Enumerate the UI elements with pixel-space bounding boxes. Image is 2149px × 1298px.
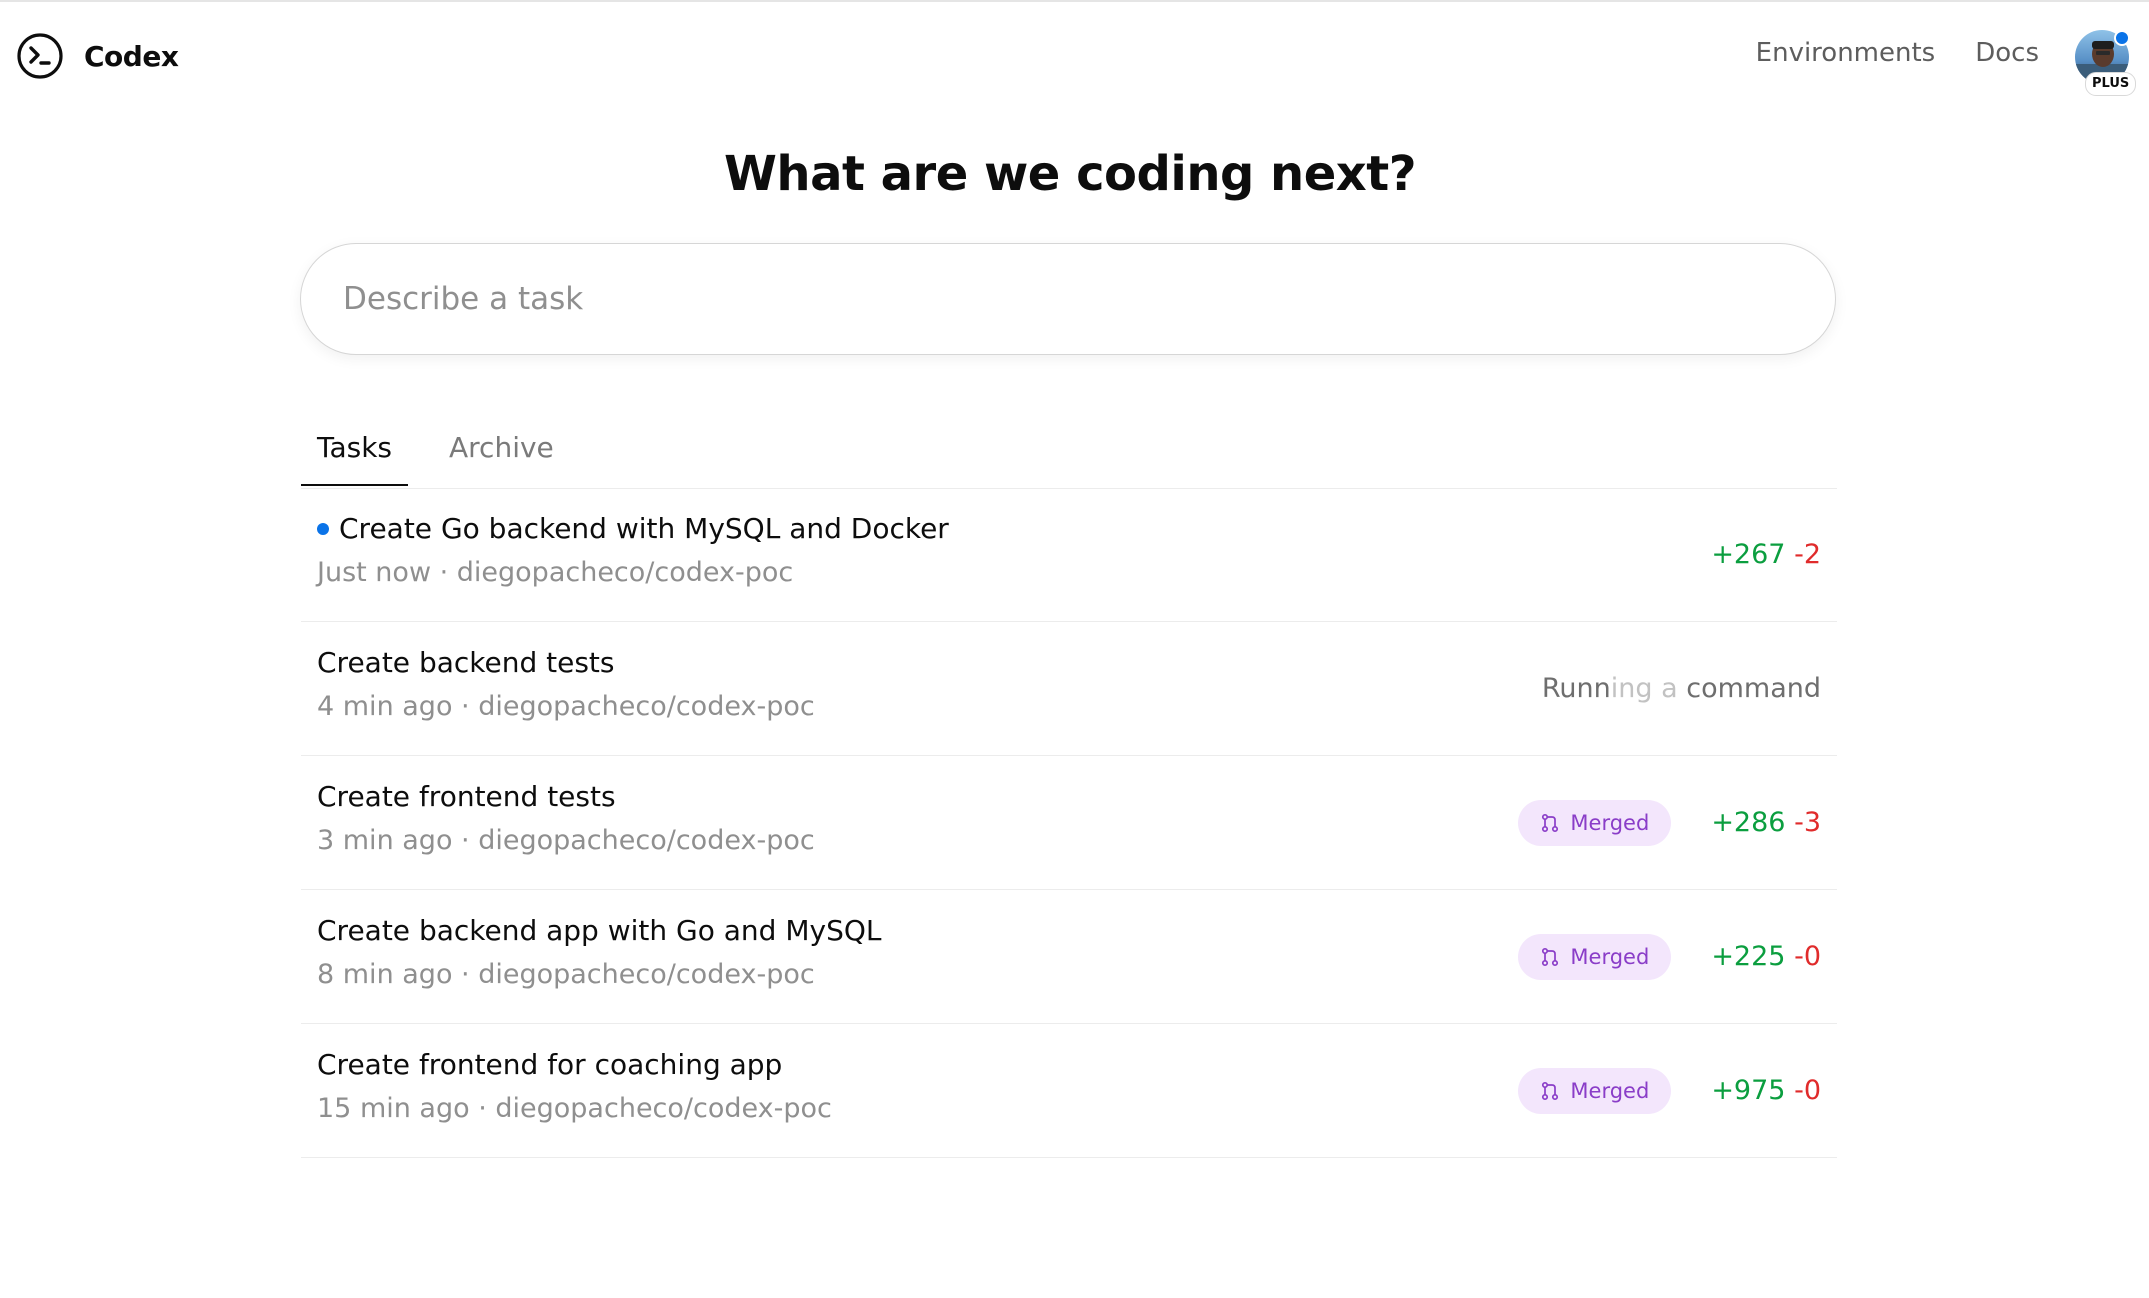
merged-label: Merged bbox=[1570, 810, 1650, 835]
running-status-part: command bbox=[1686, 673, 1821, 704]
diff-stats: +975 -0 bbox=[1711, 1075, 1821, 1106]
tab-tasks[interactable]: Tasks bbox=[301, 422, 409, 486]
merged-label: Merged bbox=[1570, 1078, 1650, 1103]
diff-additions: +267 bbox=[1711, 539, 1786, 570]
task-row[interactable]: Create backend tests 4 min ago · diegopa… bbox=[301, 622, 1837, 756]
task-meta: 3 min ago · diegopacheco/codex-poc bbox=[317, 825, 815, 856]
task-status-area: Merged +286 -3 bbox=[1518, 756, 1821, 889]
task-list: Create Go backend with MySQL and Docker … bbox=[301, 488, 1837, 1158]
task-description-input[interactable] bbox=[300, 243, 1836, 355]
diff-stats: +225 -0 bbox=[1711, 941, 1821, 972]
task-title-wrap: Create frontend tests bbox=[317, 780, 616, 813]
diff-stats: +286 -3 bbox=[1711, 807, 1821, 838]
unread-indicator-icon bbox=[317, 522, 329, 535]
task-tabs: Tasks Archive bbox=[301, 408, 1837, 489]
task-status-area: Running a command bbox=[1542, 622, 1821, 755]
task-title-wrap: Create frontend for coaching app bbox=[317, 1048, 782, 1081]
merged-badge: Merged bbox=[1518, 799, 1672, 846]
brand-logo-link[interactable]: Codex bbox=[16, 30, 179, 82]
merged-badge: Merged bbox=[1518, 933, 1672, 980]
task-row[interactable]: Create Go backend with MySQL and Docker … bbox=[301, 488, 1837, 622]
page-title: What are we coding next? bbox=[723, 146, 1417, 202]
diff-deletions: -2 bbox=[1794, 539, 1821, 570]
task-row[interactable]: Create frontend for coaching app 15 min … bbox=[301, 1024, 1837, 1158]
nav-environments-link[interactable]: Environments bbox=[1756, 38, 1936, 68]
diff-deletions: -3 bbox=[1794, 807, 1821, 838]
user-avatar-button[interactable]: PLUS bbox=[2073, 28, 2137, 96]
codex-logo-icon bbox=[17, 33, 63, 79]
task-meta: 8 min ago · diegopacheco/codex-poc bbox=[317, 959, 815, 990]
brand-name: Codex bbox=[84, 39, 179, 73]
task-title-wrap: Create backend tests bbox=[317, 646, 615, 679]
task-title: Create backend tests bbox=[317, 646, 615, 679]
running-status-part-faded: ing a bbox=[1610, 673, 1687, 704]
task-title-wrap: Create backend app with Go and MySQL bbox=[317, 914, 881, 947]
task-meta: Just now · diegopacheco/codex-poc bbox=[317, 557, 794, 588]
task-meta: 4 min ago · diegopacheco/codex-poc bbox=[317, 691, 815, 722]
merge-icon bbox=[1542, 1081, 1559, 1100]
task-status-area: +267 -2 bbox=[1711, 488, 1821, 621]
top-nav: Environments Docs bbox=[1756, 38, 2039, 68]
merge-icon bbox=[1542, 813, 1559, 832]
tab-archive[interactable]: Archive bbox=[433, 422, 570, 486]
task-status-area: Merged +225 -0 bbox=[1518, 890, 1821, 1023]
diff-additions: +225 bbox=[1711, 941, 1786, 972]
diff-deletions: -0 bbox=[1794, 941, 1821, 972]
diff-additions: +975 bbox=[1711, 1075, 1786, 1106]
top-header: Codex Environments Docs PLUS bbox=[0, 0, 2149, 112]
task-row[interactable]: Create backend app with Go and MySQL 8 m… bbox=[301, 890, 1837, 1024]
nav-docs-link[interactable]: Docs bbox=[1975, 38, 2039, 68]
diff-stats: +267 -2 bbox=[1711, 539, 1821, 570]
task-title-wrap: Create Go backend with MySQL and Docker bbox=[317, 512, 949, 545]
task-title: Create frontend for coaching app bbox=[317, 1048, 783, 1081]
merge-icon bbox=[1542, 947, 1559, 966]
notification-dot bbox=[2114, 30, 2130, 46]
task-title: Create Go backend with MySQL and Docker bbox=[339, 512, 949, 545]
diff-deletions: -0 bbox=[1794, 1075, 1821, 1106]
merged-label: Merged bbox=[1570, 944, 1650, 969]
running-status: Running a command bbox=[1542, 673, 1821, 704]
diff-additions: +286 bbox=[1711, 807, 1786, 838]
merged-badge: Merged bbox=[1518, 1067, 1672, 1114]
plan-badge: PLUS bbox=[2085, 72, 2137, 96]
task-status-area: Merged +975 -0 bbox=[1518, 1024, 1821, 1157]
task-title: Create backend app with Go and MySQL bbox=[317, 914, 882, 947]
running-status-part: Runn bbox=[1541, 673, 1611, 704]
task-meta: 15 min ago · diegopacheco/codex-poc bbox=[317, 1093, 832, 1124]
task-row[interactable]: Create frontend tests 3 min ago · diegop… bbox=[301, 756, 1837, 890]
task-title: Create frontend tests bbox=[317, 780, 616, 813]
